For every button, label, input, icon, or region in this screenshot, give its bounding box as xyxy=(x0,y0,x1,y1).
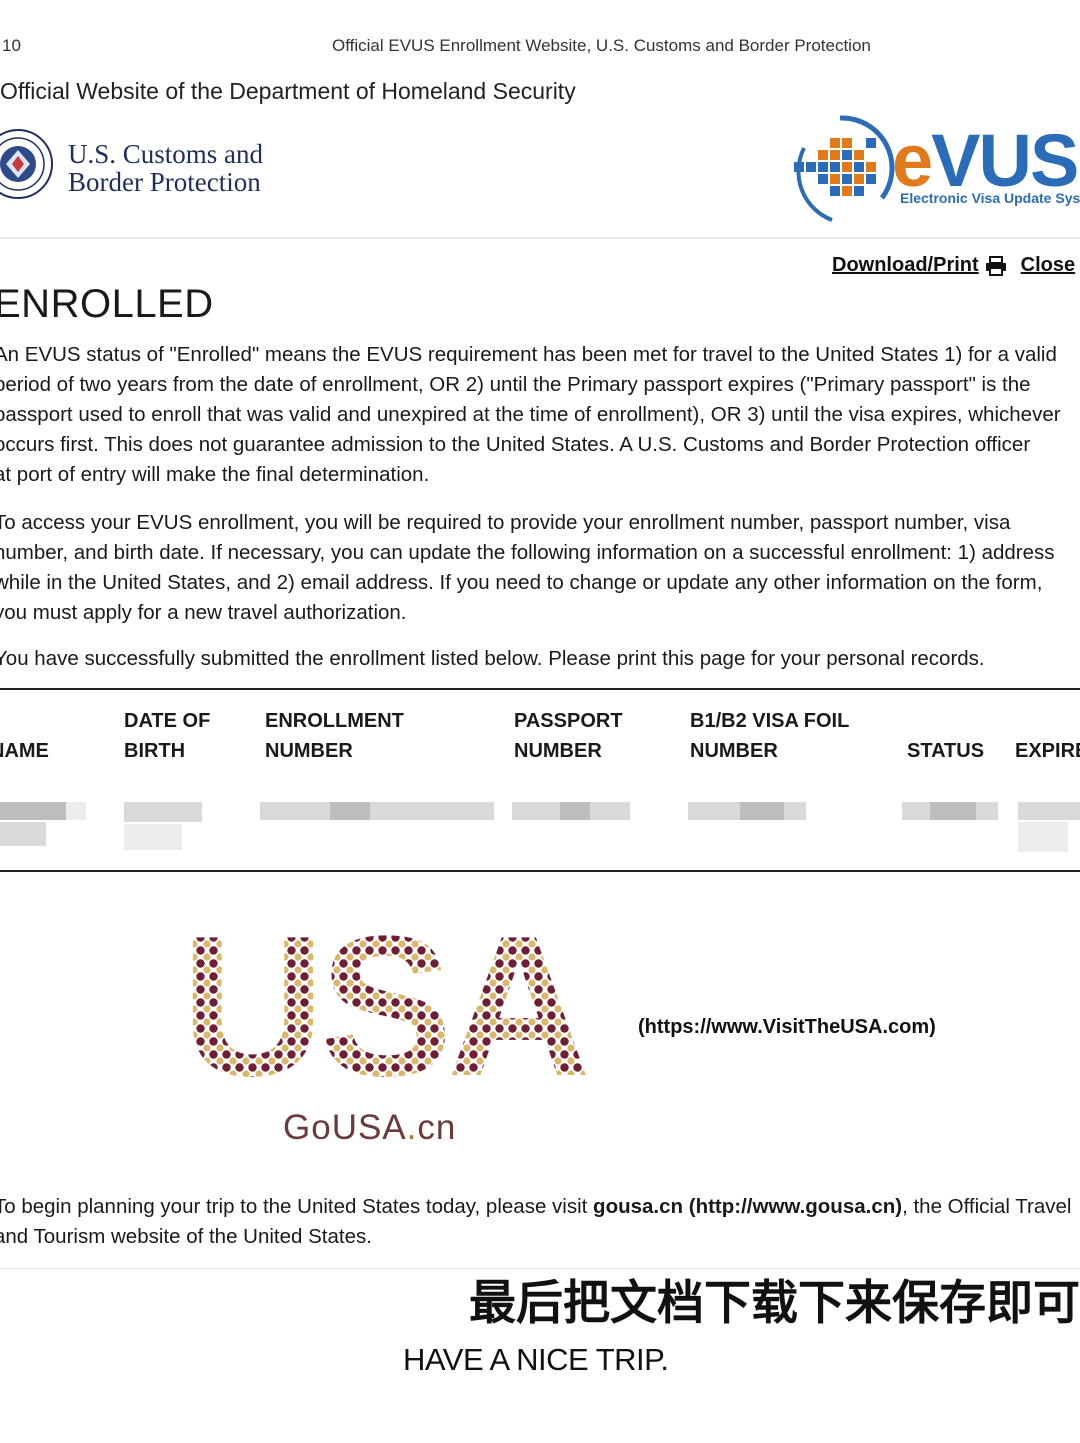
header-enrollment-number: ENROLLMENT NUMBER xyxy=(265,706,404,766)
closing-message: HAVE A NICE TRIP. xyxy=(403,1342,669,1377)
agency-name-line2: Border Protection xyxy=(68,167,261,197)
usa-dotted-logo: USA USA xyxy=(181,905,593,1095)
gousa-site-link[interactable]: gousa.cn xyxy=(593,1195,683,1218)
submission-confirmation: You have successfully submitted the enro… xyxy=(0,644,1080,674)
redacted-name xyxy=(66,802,86,820)
overlay-caption: 最后把文档下载下来保存即可 xyxy=(469,1276,1080,1331)
redacted-expires xyxy=(1018,802,1080,820)
usa-logo-text-gold: USA xyxy=(181,905,587,1095)
access-instructions-line: number, and birth date. If necessary, yo… xyxy=(0,541,1055,564)
header-enrollment-line2: NUMBER xyxy=(265,740,353,762)
close-link[interactable]: Close xyxy=(1021,254,1075,276)
trip-planning-line1: To begin planning your trip to the Unite… xyxy=(0,1192,1080,1222)
header-expires-line1 xyxy=(1015,706,1080,736)
header-status-line2: STATUS xyxy=(907,740,985,762)
status-explanation-line: period of two years from the date of enr… xyxy=(0,373,1031,396)
header-visa-line2: NUMBER xyxy=(690,740,778,762)
redacted-date-of-birth xyxy=(124,802,202,822)
header-name: NAME xyxy=(0,706,49,766)
redacted-visa-foil-number xyxy=(740,802,784,820)
header-status-line1 xyxy=(907,706,984,736)
page-number: 10 xyxy=(2,36,21,55)
trip-planning-line2: and Tourism website of the United States… xyxy=(0,1225,372,1248)
dhs-seal-icon xyxy=(0,129,53,199)
trip-planning-suffix: , the Official Travel xyxy=(902,1195,1072,1218)
access-instructions-line: while in the United States, and 2) email… xyxy=(0,571,1043,594)
gousa-caption-b: cn xyxy=(417,1108,457,1147)
status-explanation-line: at port of entry will make the final det… xyxy=(0,463,430,486)
enrollment-status-title: ENROLLED xyxy=(0,282,214,326)
gousa-caption-a: GoUSA xyxy=(283,1108,407,1147)
agency-name-line1: U.S. Customs and xyxy=(68,139,264,169)
redacted-expires xyxy=(1018,822,1068,852)
redacted-status xyxy=(930,802,976,820)
header-dob-line1: DATE OF xyxy=(124,710,211,732)
redacted-passport-number xyxy=(560,802,590,820)
download-print-link[interactable]: Download/Print xyxy=(832,254,979,276)
header-passport-line2: NUMBER xyxy=(514,740,602,762)
header-visa-line1: B1/B2 VISA FOIL xyxy=(690,710,850,732)
status-explanation-line: An EVUS status of "Enrolled" means the E… xyxy=(0,343,1057,366)
dhs-banner: Official Website of the Department of Ho… xyxy=(0,78,576,104)
printer-icon[interactable] xyxy=(985,255,1007,276)
table-bottom-rule xyxy=(0,870,1080,872)
status-explanation-line: passport used to enroll that was valid a… xyxy=(0,403,1061,426)
access-instructions: To access your EVUS enrollment, you will… xyxy=(0,508,1080,628)
trip-planning-prefix: To begin planning your trip to the Unite… xyxy=(0,1195,594,1218)
trip-planning-text: To begin planning your trip to the Unite… xyxy=(0,1192,1080,1252)
header-passport-number: PASSPORT NUMBER xyxy=(514,706,623,766)
header-status: STATUS xyxy=(907,706,984,766)
table-top-rule xyxy=(0,688,1080,690)
visit-the-usa-link[interactable]: (https://www.VisitTheUSA.com) xyxy=(638,1016,936,1039)
header-passport-line1: PASSPORT xyxy=(514,710,623,732)
page-toolbar: Download/Print Close xyxy=(832,254,1075,277)
header-expires-line2: EXPIRES xyxy=(1015,740,1080,762)
submission-confirmation-text: You have successfully submitted the enro… xyxy=(0,647,985,670)
agency-name: U.S. Customs and Border Protection xyxy=(68,140,263,196)
status-explanation-line: occurs first. This does not guarantee ad… xyxy=(0,433,1031,456)
redacted-enrollment-number xyxy=(260,802,494,820)
header-name-line2: NAME xyxy=(0,740,49,762)
redacted-enrollment-number xyxy=(330,802,370,820)
gousa-caption: GoUSA.cn xyxy=(283,1108,456,1148)
evus-tagline: Electronic Visa Update System xyxy=(900,190,1080,206)
header-dob-line2: BIRTH xyxy=(124,740,186,762)
redacted-name xyxy=(0,802,66,820)
redacted-date-of-birth xyxy=(124,824,182,850)
gousa-caption-dot: . xyxy=(406,1108,418,1147)
header-enrollment-line1: ENROLLMENT xyxy=(265,710,404,732)
header-date-of-birth: DATE OF BIRTH xyxy=(124,706,210,766)
header-visa-foil-number: B1/B2 VISA FOIL NUMBER xyxy=(690,706,849,766)
header-divider xyxy=(0,237,1080,239)
gousa-url-link[interactable]: (http://www.gousa.cn) xyxy=(689,1195,902,1218)
print-title: Official EVUS Enrollment Website, U.S. C… xyxy=(332,36,871,55)
redacted-name xyxy=(0,822,46,846)
access-instructions-line: To access your EVUS enrollment, you will… xyxy=(0,511,1011,534)
header-expires: EXPIRES xyxy=(1015,706,1080,766)
table-row xyxy=(0,798,1080,858)
header-name-line1 xyxy=(0,706,49,736)
access-instructions-line: you must apply for a new travel authoriz… xyxy=(0,601,407,624)
status-explanation: An EVUS status of "Enrolled" means the E… xyxy=(0,340,1080,490)
